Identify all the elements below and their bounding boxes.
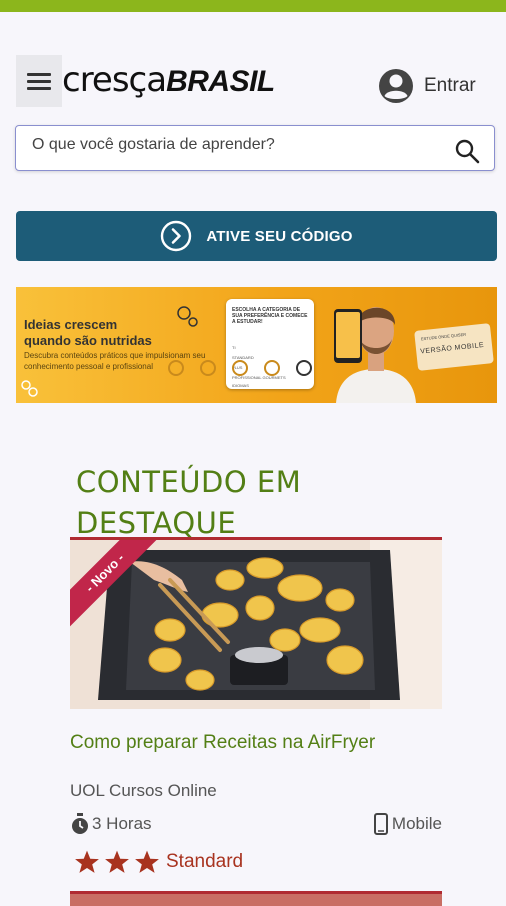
course-thumbnail[interactable]: - Novo -	[70, 537, 442, 709]
hamburger-icon	[27, 73, 51, 76]
search-input[interactable]	[30, 132, 444, 158]
course-title[interactable]: Como preparar Receitas na AirFryer	[70, 732, 375, 754]
promo-banner[interactable]: Ideias crescem quando são nutridas Descu…	[16, 287, 497, 403]
user-avatar-icon	[379, 69, 413, 103]
decor-circles-icon	[177, 306, 198, 327]
activate-code-label: ATIVE SEU CÓDIGO	[206, 227, 353, 245]
featured-section-title: CONTEÚDO EM DESTAQUE	[76, 465, 302, 541]
mobile-phone-icon	[373, 813, 388, 835]
carousel-dots[interactable]	[166, 357, 316, 379]
chevron-right-circle-icon	[161, 220, 192, 252]
course-platform-label: Mobile	[391, 814, 442, 833]
activate-code-button[interactable]: ATIVE SEU CÓDIGO	[16, 211, 497, 261]
course-provider: UOL Cursos Online	[70, 781, 217, 800]
banner-phone-illustration	[334, 309, 362, 363]
course-platform: Mobile	[373, 813, 442, 835]
search-icon[interactable]	[454, 138, 480, 164]
top-accent-bar	[0, 0, 506, 12]
logo-text-brasil: BRASIL	[166, 65, 275, 98]
banner-headline: Ideias crescem quando são nutridas	[24, 317, 152, 348]
logo[interactable]: cresça BRASIL	[62, 60, 275, 100]
star-icon	[135, 850, 159, 873]
course-duration: 3 Horas	[70, 813, 152, 835]
banner-card-title: ESCOLHA A CATEGORIA DE SUA PREFERÊNCIA E…	[232, 307, 308, 325]
login-button[interactable]: Entrar	[378, 68, 476, 104]
login-label: Entrar	[424, 75, 476, 96]
course-level-label: Standard	[166, 851, 244, 872]
search-box	[15, 125, 495, 171]
course-duration-label: 3 Horas	[92, 814, 152, 833]
banner-mobile-badge: ESTUDE ONDE QUISER VERSÃO MOBILE	[414, 323, 494, 371]
next-course-card-peek[interactable]	[70, 891, 442, 906]
course-card: - Novo - Como preparar Receitas na AirFr…	[70, 537, 442, 873]
star-icon	[75, 850, 99, 873]
course-level: Standard	[74, 849, 243, 875]
menu-button[interactable]	[16, 55, 62, 107]
logo-text-cresca: cresça	[62, 60, 167, 100]
star-icon	[105, 850, 129, 873]
decor-circles-small-icon	[21, 380, 38, 397]
stopwatch-icon	[72, 813, 88, 834]
